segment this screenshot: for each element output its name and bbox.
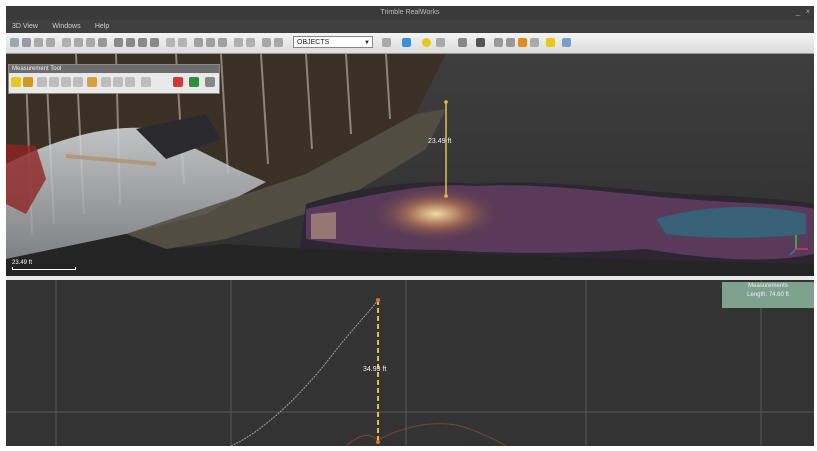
minimize-icon[interactable]: _ xyxy=(794,8,802,16)
selection-dropdown-value: OBJECTS xyxy=(297,39,330,46)
measurement-tool-panel: Measurement Tool xyxy=(8,64,220,94)
measure-angle-icon[interactable] xyxy=(37,77,47,87)
profile-height-label: 34.93 ft xyxy=(363,366,387,373)
title-bar: Trimble RealWorks _ × xyxy=(6,6,814,20)
measure-export-icon[interactable] xyxy=(141,77,151,87)
terrain-profile-line xyxy=(230,299,379,446)
box-icon[interactable] xyxy=(476,38,485,47)
render-icon[interactable] xyxy=(274,38,283,47)
pan-icon[interactable] xyxy=(74,38,83,47)
cylinder-icon[interactable] xyxy=(494,38,503,47)
measure-volume-icon[interactable] xyxy=(73,77,83,87)
zoom-icon[interactable] xyxy=(98,38,107,47)
measure-distance-icon[interactable] xyxy=(23,77,33,87)
close-icon[interactable]: × xyxy=(804,8,812,16)
profile-view[interactable]: 34.93 ft Measurements Length: 74.60 ft xyxy=(6,280,814,446)
measurement-info-box: Measurements Length: 74.60 ft xyxy=(722,282,814,308)
tag-icon[interactable] xyxy=(530,38,539,47)
mesh-icon[interactable] xyxy=(246,38,255,47)
segment-icon[interactable] xyxy=(218,38,227,47)
profile-top-point[interactable] xyxy=(376,298,380,302)
display-icon[interactable] xyxy=(436,38,445,47)
measure-plane-icon[interactable] xyxy=(101,77,111,87)
redo-icon[interactable] xyxy=(46,38,55,47)
measure-cross-icon[interactable] xyxy=(113,77,123,87)
view-top-icon[interactable] xyxy=(114,38,123,47)
menu-help[interactable]: Help xyxy=(89,20,115,33)
marker-icon[interactable] xyxy=(518,38,527,47)
save-icon[interactable] xyxy=(22,38,31,47)
undo-icon[interactable] xyxy=(34,38,43,47)
measure-color-icon[interactable] xyxy=(173,77,183,87)
grid-icon[interactable] xyxy=(166,38,175,47)
camera-icon[interactable] xyxy=(262,38,271,47)
menu-windows[interactable]: Windows xyxy=(46,20,86,33)
measurement-info-length: Length: 74.60 ft xyxy=(747,292,789,298)
open-icon[interactable] xyxy=(10,38,19,47)
select-icon[interactable] xyxy=(62,38,71,47)
3d-viewport[interactable]: 23.49 ft Measurement Tool 23.49 ft xyxy=(6,54,814,276)
filter-icon[interactable] xyxy=(206,38,215,47)
measure-bottom-point[interactable] xyxy=(444,194,448,198)
measure-pin-icon[interactable] xyxy=(189,77,199,87)
refresh-icon[interactable] xyxy=(382,38,391,47)
color-mode-icon[interactable] xyxy=(402,38,411,47)
plane-icon[interactable] xyxy=(506,38,515,47)
measurement-tools xyxy=(11,77,217,89)
culvert-interior-glow xyxy=(366,184,506,244)
scale-bar: 23.49 ft xyxy=(12,260,76,270)
measure-profile-icon[interactable] xyxy=(87,77,97,87)
settings-icon[interactable] xyxy=(562,38,571,47)
menu-bar: 3D View Windows Help xyxy=(6,20,814,34)
view-front-icon[interactable] xyxy=(126,38,135,47)
scale-bar-line xyxy=(12,267,76,270)
scale-bar-label: 23.49 ft xyxy=(12,260,33,266)
light-icon[interactable] xyxy=(422,38,431,47)
view-side-icon[interactable] xyxy=(138,38,147,47)
window-title: Trimble RealWorks xyxy=(380,9,440,16)
culvert-inlet xyxy=(311,212,336,239)
layers-icon[interactable] xyxy=(178,38,187,47)
cloud-icon[interactable] xyxy=(234,38,243,47)
clip-icon[interactable] xyxy=(194,38,203,47)
measure-area-icon[interactable] xyxy=(61,77,71,87)
chevron-down-icon: ▼ xyxy=(364,40,370,46)
selection-dropdown[interactable]: OBJECTS ▼ xyxy=(293,36,373,48)
measurement-panel-title: Measurement Tool xyxy=(9,65,219,73)
menu-3d-view[interactable]: 3D View xyxy=(6,20,44,33)
main-toolbar: OBJECTS ▼ xyxy=(6,33,814,54)
measurement-info-title: Measurements xyxy=(748,283,788,289)
eye-icon[interactable] xyxy=(458,38,467,47)
profile-graph xyxy=(6,280,814,446)
measure-clear-icon[interactable] xyxy=(125,77,135,87)
profile-bottom-point[interactable] xyxy=(376,440,380,444)
application-window: Trimble RealWorks _ × 3D View Windows He… xyxy=(6,6,814,446)
height-label: 23.49 ft xyxy=(428,138,452,145)
measure-top-point[interactable] xyxy=(444,100,448,104)
view-iso-icon[interactable] xyxy=(150,38,159,47)
measure-height-icon[interactable] xyxy=(49,77,59,87)
measure-icon[interactable] xyxy=(546,38,555,47)
measure-undo-icon[interactable] xyxy=(205,77,215,87)
profile-grid xyxy=(6,280,814,446)
rotate-icon[interactable] xyxy=(86,38,95,47)
measure-point-icon[interactable] xyxy=(11,77,21,87)
culvert-profile-line xyxy=(345,423,507,446)
